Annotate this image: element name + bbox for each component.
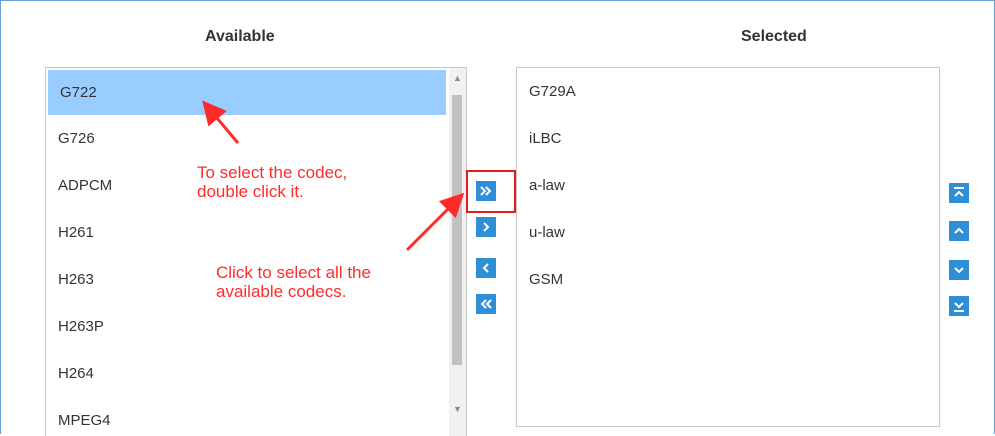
scroll-thumb[interactable] bbox=[452, 95, 462, 365]
move-to-bottom-icon bbox=[954, 302, 964, 312]
move-to-top-button[interactable] bbox=[949, 183, 969, 203]
selected-list-item[interactable]: iLBC bbox=[517, 115, 939, 162]
move-to-top-icon bbox=[954, 187, 964, 197]
move-to-bottom-button[interactable] bbox=[949, 296, 969, 316]
scroll-up-icon[interactable]: ▲ bbox=[449, 70, 466, 87]
double-chevron-right-icon bbox=[480, 186, 492, 196]
annotation-select-codec: To select the codec, double click it. bbox=[197, 163, 348, 201]
selected-list-item[interactable]: a-law bbox=[517, 162, 939, 209]
available-list-item[interactable]: MPEG4 bbox=[46, 397, 466, 436]
chevron-left-icon bbox=[482, 263, 489, 273]
available-list[interactable]: G722 G726 ADPCM H261 H263 H263P H264 MPEG4 ▲ ▼ bbox=[45, 67, 467, 436]
double-chevron-left-icon bbox=[480, 299, 492, 309]
available-header: Available bbox=[205, 28, 275, 45]
add-all-button[interactable] bbox=[476, 181, 496, 201]
available-list-item[interactable]: H263P bbox=[46, 303, 466, 350]
selected-list-item[interactable]: GSM bbox=[517, 256, 939, 303]
annotation-select-all: Click to select all the available codecs… bbox=[216, 263, 371, 301]
remove-button[interactable] bbox=[476, 258, 496, 278]
scroll-down-icon[interactable]: ▼ bbox=[449, 401, 466, 418]
selected-header: Selected bbox=[741, 28, 807, 45]
available-list-item[interactable]: H261 bbox=[46, 209, 466, 256]
selected-list-item[interactable]: G729A bbox=[517, 68, 939, 115]
move-up-button[interactable] bbox=[949, 221, 969, 241]
move-up-icon bbox=[954, 227, 964, 234]
selected-list[interactable]: G729A iLBC a-law u-law GSM bbox=[516, 67, 940, 427]
move-down-icon bbox=[954, 267, 964, 274]
available-list-item[interactable]: G726 bbox=[46, 115, 466, 162]
available-scrollbar[interactable]: ▲ ▼ bbox=[449, 68, 466, 436]
available-list-item[interactable]: H264 bbox=[46, 350, 466, 397]
selected-list-item[interactable]: u-law bbox=[517, 209, 939, 256]
move-down-button[interactable] bbox=[949, 260, 969, 280]
remove-all-button[interactable] bbox=[476, 294, 496, 314]
chevron-right-icon bbox=[483, 222, 490, 232]
available-list-item[interactable]: G722 bbox=[48, 70, 446, 115]
add-button[interactable] bbox=[476, 217, 496, 237]
